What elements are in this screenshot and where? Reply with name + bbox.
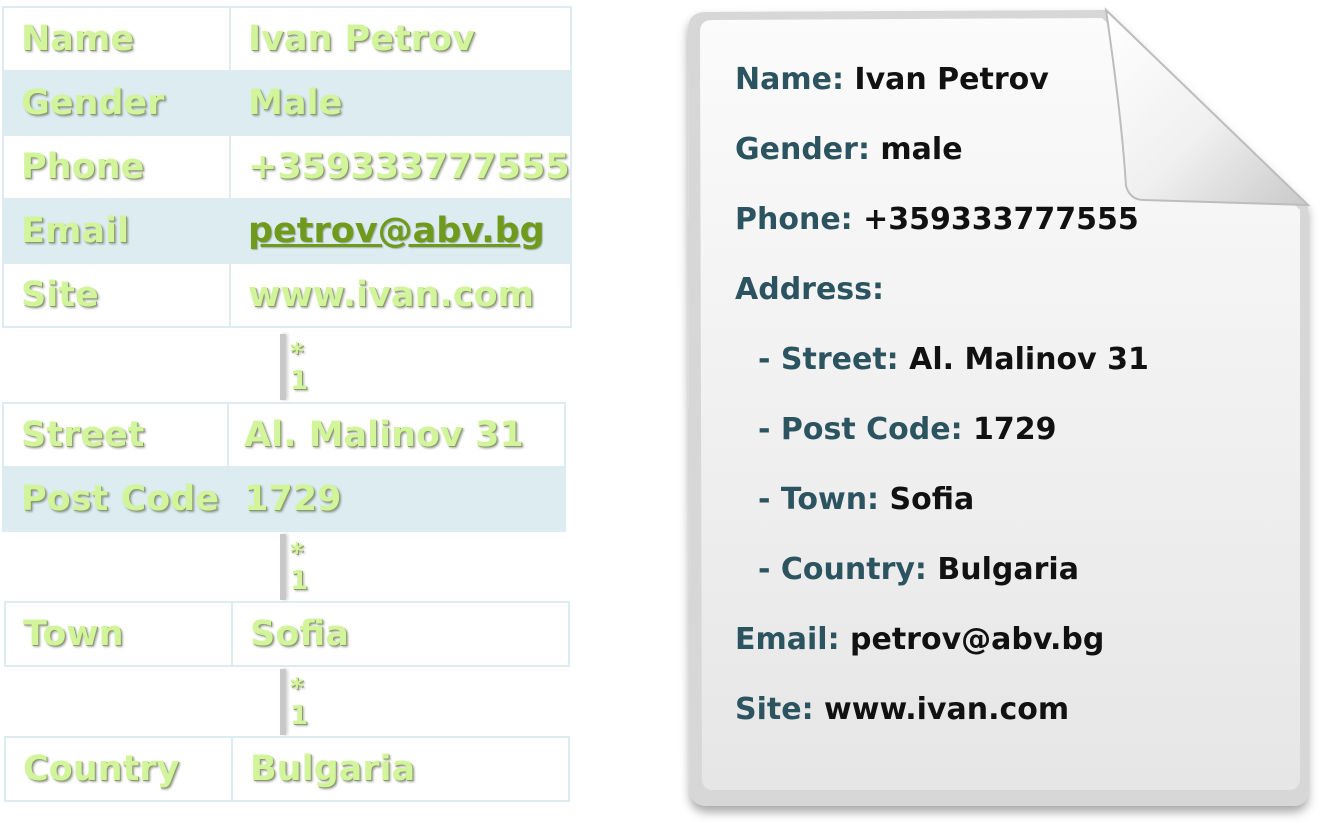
table-row: Street Al. Malinov 31 bbox=[2, 402, 566, 468]
relation-town-country: * 1 bbox=[280, 669, 340, 735]
many-marker: * bbox=[290, 538, 304, 568]
table-row: Phone +359333777555 bbox=[2, 134, 572, 200]
street-value: Al. Malinov 31 bbox=[227, 402, 566, 468]
one-marker: 1 bbox=[290, 566, 309, 596]
address-table: Street Al. Malinov 31 Post Code 1729 bbox=[2, 402, 566, 532]
email-link[interactable]: petrov@abv.bg bbox=[248, 211, 545, 251]
one-marker: 1 bbox=[290, 366, 309, 396]
relation-address-town: * 1 bbox=[280, 534, 340, 600]
many-marker: * bbox=[290, 338, 304, 368]
street-key: Street bbox=[2, 402, 229, 468]
name-key: Name bbox=[2, 6, 231, 72]
country-key: Country bbox=[4, 736, 233, 802]
doc-site-value: www.ivan.com bbox=[824, 692, 1070, 727]
document-view: Name: Ivan Petrov Gender: male Phone: +3… bbox=[660, 0, 1329, 835]
country-value: Bulgaria bbox=[231, 736, 570, 802]
doc-name-value: Ivan Petrov bbox=[854, 62, 1049, 97]
town-table: Town Sofia bbox=[4, 601, 570, 667]
doc-country-label: - Country: bbox=[758, 552, 927, 587]
doc-email-label: Email: bbox=[735, 622, 840, 657]
relation-line bbox=[280, 534, 286, 600]
doc-country-value: Bulgaria bbox=[937, 552, 1079, 587]
town-value: Sofia bbox=[231, 601, 570, 667]
table-row: Name Ivan Petrov bbox=[2, 6, 572, 72]
doc-street-label: - Street: bbox=[758, 342, 899, 377]
doc-address-line: Address: bbox=[735, 272, 884, 307]
table-row: Town Sofia bbox=[4, 601, 570, 667]
email-value-cell: petrov@abv.bg bbox=[229, 198, 572, 264]
doc-town-line: - Town: Sofia bbox=[758, 482, 974, 517]
doc-gender-value: male bbox=[880, 132, 963, 167]
doc-name-line: Name: Ivan Petrov bbox=[735, 62, 1049, 97]
doc-postcode-value: 1729 bbox=[973, 412, 1057, 447]
relation-person-address: * 1 bbox=[280, 334, 340, 400]
doc-country-line: - Country: Bulgaria bbox=[758, 552, 1079, 587]
doc-street-line: - Street: Al. Malinov 31 bbox=[758, 342, 1149, 377]
folded-corner bbox=[1104, 7, 1311, 207]
person-table: Name Ivan Petrov Gender Male Phone +3593… bbox=[2, 6, 572, 328]
doc-postcode-line: - Post Code: 1729 bbox=[758, 412, 1057, 447]
postcode-value: 1729 bbox=[227, 466, 566, 532]
one-marker: 1 bbox=[290, 701, 309, 731]
many-marker: * bbox=[290, 673, 304, 703]
site-key: Site bbox=[2, 262, 231, 328]
doc-postcode-label: - Post Code: bbox=[758, 412, 963, 447]
doc-address-label: Address: bbox=[735, 272, 885, 307]
doc-town-value: Sofia bbox=[889, 482, 975, 517]
table-row: Site www.ivan.com bbox=[2, 262, 572, 328]
relation-line bbox=[280, 669, 286, 735]
email-key: Email bbox=[2, 198, 231, 264]
gender-key: Gender bbox=[2, 70, 231, 136]
postcode-key: Post Code bbox=[2, 466, 229, 532]
doc-phone-value: +359333777555 bbox=[863, 202, 1139, 237]
doc-town-label: - Town: bbox=[758, 482, 880, 517]
doc-street-value: Al. Malinov 31 bbox=[909, 342, 1149, 377]
doc-name-label: Name: bbox=[735, 62, 844, 97]
phone-value: +359333777555 bbox=[229, 134, 572, 200]
doc-phone-line: Phone: +359333777555 bbox=[735, 202, 1139, 237]
table-row: Post Code 1729 bbox=[2, 466, 566, 532]
gender-value: Male bbox=[229, 70, 572, 136]
name-value: Ivan Petrov bbox=[229, 6, 572, 72]
phone-key: Phone bbox=[2, 134, 231, 200]
doc-site-label: Site: bbox=[735, 692, 814, 727]
doc-email-value: petrov@abv.bg bbox=[850, 622, 1105, 657]
country-table: Country Bulgaria bbox=[4, 736, 570, 802]
table-row: Email petrov@abv.bg bbox=[2, 198, 572, 264]
doc-site-line: Site: www.ivan.com bbox=[735, 692, 1069, 727]
site-value: www.ivan.com bbox=[229, 262, 572, 328]
relation-line bbox=[280, 334, 286, 400]
doc-gender-label: Gender: bbox=[735, 132, 870, 167]
table-row: Country Bulgaria bbox=[4, 736, 570, 802]
doc-email-line: Email: petrov@abv.bg bbox=[735, 622, 1104, 657]
doc-phone-label: Phone: bbox=[735, 202, 853, 237]
doc-gender-line: Gender: male bbox=[735, 132, 963, 167]
town-key: Town bbox=[4, 601, 233, 667]
table-row: Gender Male bbox=[2, 70, 572, 136]
